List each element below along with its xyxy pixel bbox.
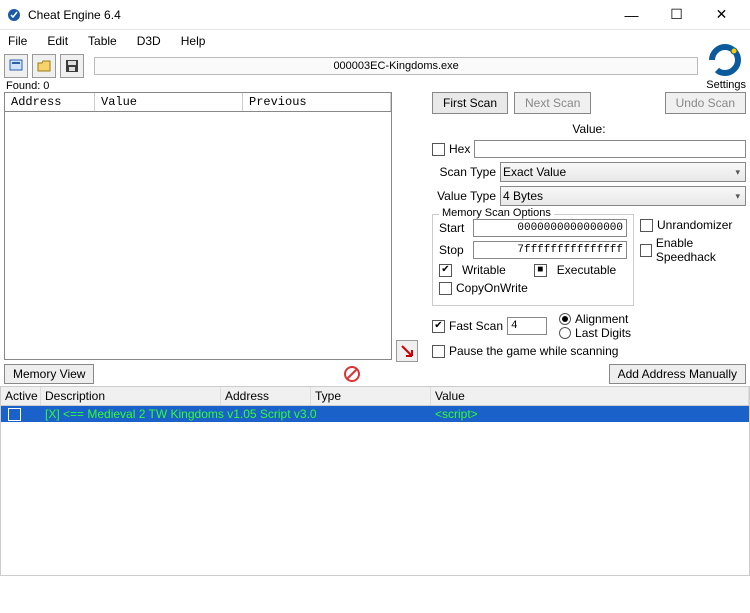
- hex-checkbox[interactable]: [432, 143, 445, 156]
- scan-results-body[interactable]: [4, 112, 392, 360]
- pause-checkbox[interactable]: [432, 345, 445, 358]
- maximize-button[interactable]: ☐: [654, 1, 699, 29]
- save-button[interactable]: [60, 54, 84, 78]
- pause-label: Pause the game while scanning: [449, 344, 618, 358]
- col-type[interactable]: Type: [311, 387, 431, 405]
- window-title: Cheat Engine 6.4: [28, 8, 609, 22]
- writable-label: Writable: [462, 263, 506, 277]
- menu-edit[interactable]: Edit: [43, 32, 72, 50]
- col-description[interactable]: Description: [41, 387, 221, 405]
- start-label: Start: [439, 221, 469, 235]
- mid-toolbar: Memory View Add Address Manually: [0, 364, 750, 384]
- fast-scan-label: Fast Scan: [449, 319, 503, 333]
- cheat-table: Active Description Address Type Value [X…: [0, 386, 750, 576]
- speedhack-checkbox[interactable]: [640, 244, 652, 257]
- copyonwrite-checkbox[interactable]: [439, 282, 452, 295]
- executable-label: Executable: [557, 263, 616, 277]
- add-to-list-button[interactable]: [396, 340, 418, 362]
- scan-panel: First Scan Next Scan Undo Scan Value: He…: [422, 92, 746, 362]
- memory-scan-options-group: Memory Scan Options Start Stop ✔ Writabl…: [432, 214, 634, 306]
- hex-label: Hex: [449, 142, 470, 156]
- attached-process-label: 000003EC-Kingdoms.exe: [94, 57, 698, 75]
- value-label: Value:: [572, 122, 605, 136]
- lastdigits-radio[interactable]: [559, 327, 571, 339]
- add-address-manually-button[interactable]: Add Address Manually: [609, 364, 746, 384]
- next-scan-button[interactable]: Next Scan: [514, 92, 591, 114]
- value-input[interactable]: [474, 140, 746, 158]
- fast-scan-checkbox[interactable]: ✔: [432, 320, 445, 333]
- alignment-radio[interactable]: [559, 313, 571, 325]
- col-active[interactable]: Active: [1, 387, 41, 405]
- scan-type-select[interactable]: Exact Value▾: [500, 162, 746, 182]
- close-button[interactable]: ✕: [699, 1, 744, 29]
- scan-type-label: Scan Type: [432, 165, 496, 179]
- menu-help[interactable]: Help: [177, 32, 210, 50]
- value-type-select[interactable]: 4 Bytes▾: [500, 186, 746, 206]
- no-entry-icon[interactable]: [343, 365, 361, 383]
- memory-view-button[interactable]: Memory View: [4, 364, 94, 384]
- row-active-checkbox[interactable]: [8, 408, 21, 421]
- col-previous[interactable]: Previous: [243, 93, 391, 111]
- stop-label: Stop: [439, 243, 469, 257]
- menu-d3d[interactable]: D3D: [133, 32, 165, 50]
- app-icon: [6, 7, 22, 23]
- row-description: [X] <== Medieval 2 TW Kingdoms v1.05 Scr…: [41, 407, 221, 421]
- chevron-down-icon: ▾: [732, 167, 743, 178]
- minimize-button[interactable]: —: [609, 1, 654, 29]
- cheat-table-body[interactable]: [X] <== Medieval 2 TW Kingdoms v1.05 Scr…: [0, 406, 750, 576]
- cheat-table-header: Active Description Address Type Value: [0, 386, 750, 406]
- alignment-label: Alignment: [575, 312, 628, 326]
- open-process-button[interactable]: [4, 54, 28, 78]
- fast-scan-input[interactable]: [507, 317, 547, 335]
- lastdigits-label: Last Digits: [575, 326, 631, 340]
- memory-scan-options-label: Memory Scan Options: [439, 207, 554, 219]
- executable-checkbox[interactable]: ■: [534, 264, 547, 277]
- chevron-down-icon: ▾: [732, 191, 743, 202]
- col-value2[interactable]: Value: [431, 387, 749, 405]
- menu-file[interactable]: File: [4, 32, 31, 50]
- row-value: <script>: [431, 407, 749, 421]
- menu-table[interactable]: Table: [84, 32, 121, 50]
- menu-bar: File Edit Table D3D Help: [0, 30, 750, 52]
- toolbar: 000003EC-Kingdoms.exe Settings: [0, 52, 750, 80]
- window-titlebar: Cheat Engine 6.4 — ☐ ✕: [0, 0, 750, 30]
- speedhack-label: Enable Speedhack: [656, 236, 746, 264]
- settings-label: Settings: [706, 79, 746, 91]
- copyonwrite-label: CopyOnWrite: [456, 281, 528, 295]
- start-input[interactable]: [473, 219, 627, 237]
- undo-scan-button[interactable]: Undo Scan: [665, 92, 746, 114]
- col-address2[interactable]: Address: [221, 387, 311, 405]
- unrandomizer-label: Unrandomizer: [657, 218, 732, 232]
- unrandomizer-checkbox[interactable]: [640, 219, 653, 232]
- table-row[interactable]: [X] <== Medieval 2 TW Kingdoms v1.05 Scr…: [1, 406, 749, 422]
- found-count: Found: 0: [0, 80, 750, 92]
- col-value[interactable]: Value: [95, 93, 243, 111]
- value-type-label: Value Type: [432, 189, 496, 203]
- writable-checkbox[interactable]: ✔: [439, 264, 452, 277]
- col-address[interactable]: Address: [5, 93, 95, 111]
- open-file-button[interactable]: [32, 54, 56, 78]
- first-scan-button[interactable]: First Scan: [432, 92, 508, 114]
- stop-input[interactable]: [473, 241, 627, 259]
- settings-button[interactable]: Settings: [706, 41, 746, 91]
- scan-results-panel: Address Value Previous: [4, 92, 392, 360]
- scan-results-header: Address Value Previous: [4, 92, 392, 112]
